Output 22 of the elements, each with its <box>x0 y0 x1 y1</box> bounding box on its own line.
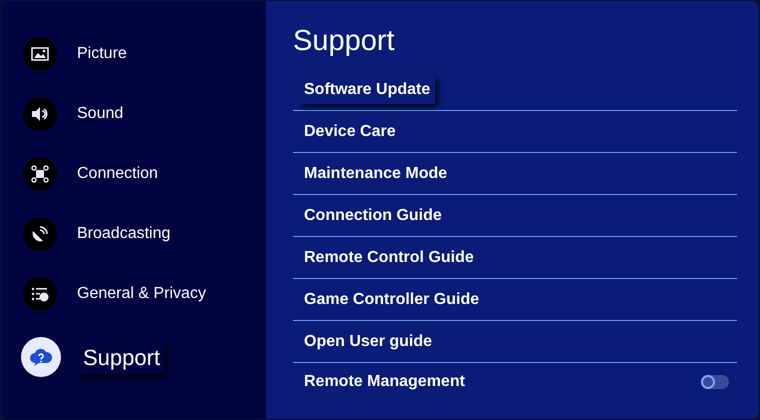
menu-item[interactable]: Open User guide <box>304 330 432 354</box>
menu-item[interactable]: Remote Management <box>304 370 465 394</box>
menu-item[interactable]: Connection <box>77 162 158 186</box>
panel-title: Support <box>293 24 396 59</box>
menu-item[interactable]: Support <box>79 340 164 374</box>
toggle-switch[interactable] <box>701 375 729 389</box>
menu-item[interactable]: Game Controller Guide <box>304 288 480 312</box>
satellite-dish-icon <box>31 225 49 243</box>
menu-item[interactable]: Remote Control Guide <box>304 246 474 270</box>
network-nodes-icon <box>31 165 49 183</box>
menu-item[interactable]: Sound <box>77 102 124 126</box>
menu-item[interactable]: Software Update <box>299 76 436 104</box>
picture-icon <box>31 47 49 61</box>
menu-item[interactable]: General & Privacy <box>77 282 206 306</box>
menu-item[interactable]: Picture <box>77 42 127 66</box>
list-accessibility-icon <box>31 286 49 302</box>
menu-item[interactable]: Device Care <box>304 120 396 144</box>
question-chat-icon <box>30 347 52 367</box>
menu-item[interactable]: Broadcasting <box>77 222 170 246</box>
menu-item[interactable]: Connection Guide <box>304 204 442 228</box>
speaker-icon <box>31 106 49 122</box>
menu-item[interactable]: Maintenance Mode <box>304 162 448 186</box>
